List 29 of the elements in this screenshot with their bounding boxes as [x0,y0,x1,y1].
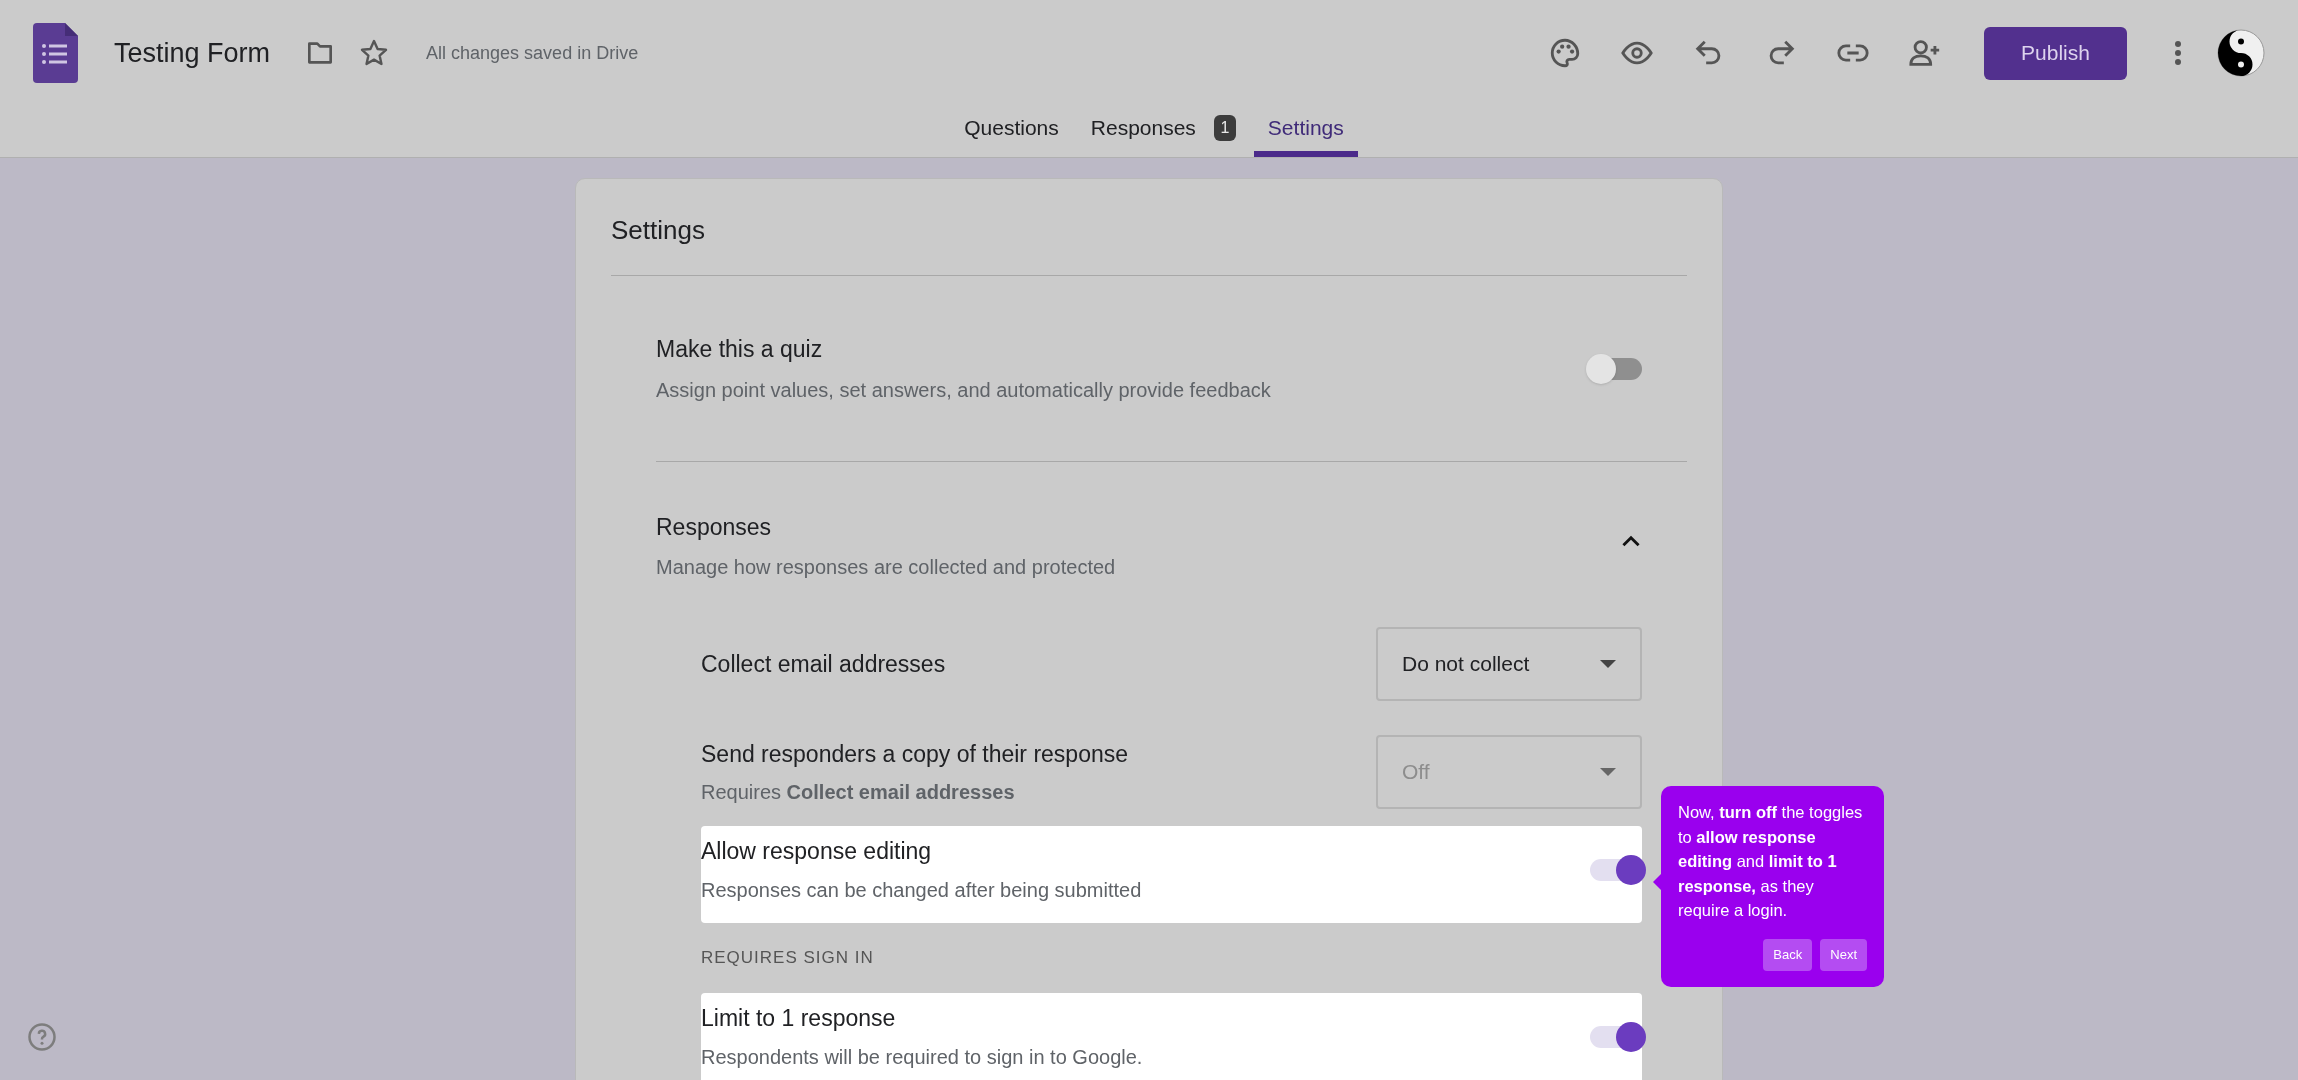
setting-description: Assign point values, set answers, and automatically provide feedback [656,377,1272,403]
setting-description: Responses can be changed after being submitted [701,877,1143,903]
publish-button[interactable]: Publish [1984,26,2127,80]
dropdown: Off [1376,735,1642,809]
setting-title: Make this a quiz [656,335,824,365]
setting-title: Allow response editing [701,837,933,867]
tab[interactable]: Responses 1 [1076,105,1250,157]
tab[interactable]: Settings [1253,105,1358,157]
save-status: All changes saved in Drive [426,41,639,65]
palette-icon[interactable] [1548,36,1582,70]
tab[interactable]: Questions [950,105,1073,157]
section-label: REQUIRES SIGN IN [701,947,875,970]
tooltip-button[interactable]: Back [1763,938,1813,971]
setting-description: Respondents will be required to sign in to Google. [701,1044,1144,1070]
dropdown[interactable]: Do not collect [1376,627,1642,701]
section-title: Responses [656,512,773,542]
tooltip-button[interactable]: Next [1820,938,1867,971]
form-title[interactable]: Testing Form [114,32,271,74]
tooltip-text: Now, turn off the toggles to allow response editing and limit to 1 response, as they require a login. [1678,802,1864,921]
count-badge: 1 [1213,115,1236,141]
setting-title: Limit to 1 response [701,1004,897,1034]
setting-description: Requires Collect email addresses [701,780,1016,806]
card-title: Settings [611,179,1687,276]
setting-title: Collect email addresses [701,649,947,679]
yin-yang-avatar-icon[interactable] [2217,29,2265,77]
dropdown-arrow-icon[interactable] [1600,660,1616,668]
section-description: Manage how responses are collected and protected [656,555,1117,581]
forms-logo-icon[interactable] [33,23,78,83]
setting-title: Send responders a copy of their response [701,739,1130,769]
